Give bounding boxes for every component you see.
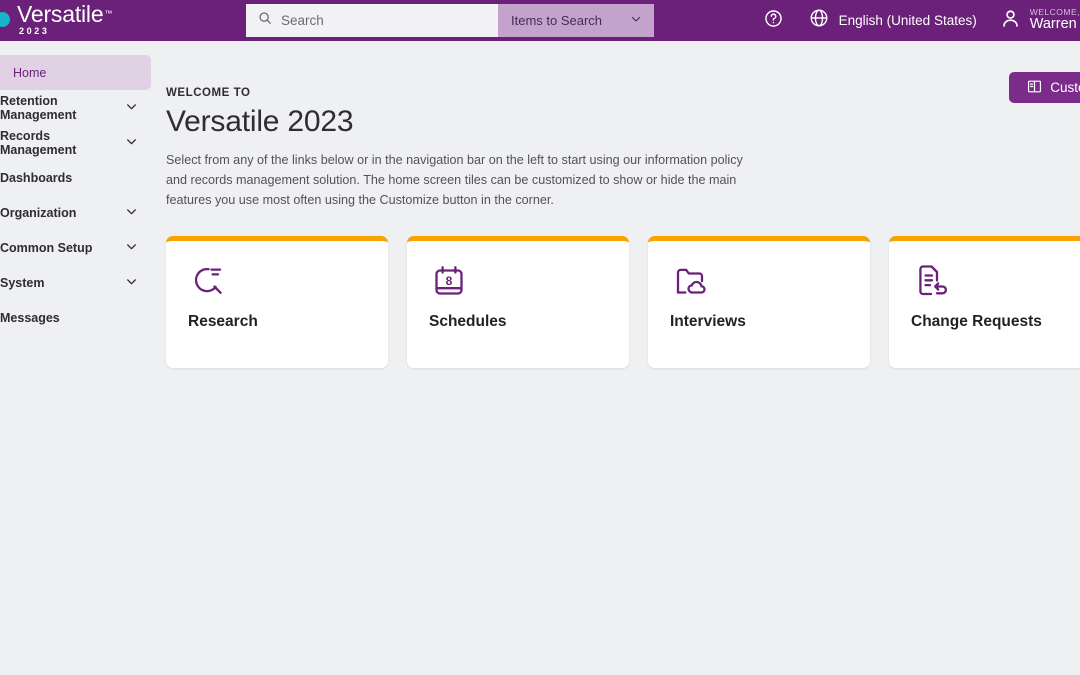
page-description: Select from any of the links below or in… bbox=[166, 153, 743, 207]
app-header: Versatile™ 2023 Search Items to Search E… bbox=[0, 0, 1080, 41]
customize-button[interactable]: Customize bbox=[1009, 72, 1080, 103]
trademark-icon: ™ bbox=[104, 8, 113, 18]
globe-icon bbox=[809, 8, 829, 33]
sidebar-item-home[interactable]: Home bbox=[0, 55, 151, 90]
sidebar-item-label: Retention Management bbox=[0, 93, 77, 122]
main-sidebar: Home Retention Management Records Manage… bbox=[0, 41, 151, 675]
sidebar-item-label: Messages bbox=[0, 310, 60, 325]
chevron-down-icon bbox=[125, 275, 138, 291]
user-menu[interactable]: WELCOME, Warren bbox=[990, 0, 1080, 41]
person-icon bbox=[1000, 8, 1021, 34]
tile-label: Schedules bbox=[429, 312, 507, 330]
search-input-container[interactable]: Search bbox=[246, 4, 498, 37]
calendar-8-icon: 8 bbox=[429, 261, 629, 301]
tile-research[interactable]: Research bbox=[166, 235, 388, 368]
help-button[interactable] bbox=[751, 0, 796, 41]
sidebar-item-label: System bbox=[0, 275, 45, 290]
sidebar-item-label: Common Setup bbox=[0, 240, 93, 255]
research-magnifier-icon bbox=[188, 261, 388, 301]
sidebar-item-label: Dashboards bbox=[0, 170, 73, 185]
tile-label: Change Requests bbox=[911, 312, 1042, 330]
header-actions: English (United States) WELCOME, Warren bbox=[751, 0, 1080, 41]
customize-layout-icon bbox=[1027, 79, 1042, 97]
logo-dot-icon bbox=[0, 12, 10, 27]
sidebar-item-label: Records Management bbox=[0, 128, 77, 157]
language-selector[interactable]: English (United States) bbox=[796, 0, 990, 41]
document-return-icon bbox=[911, 261, 1080, 301]
language-label: English (United States) bbox=[838, 13, 977, 28]
home-tiles: Research 8 Schedules Interviews Change R… bbox=[166, 235, 1080, 368]
chevron-down-icon bbox=[630, 12, 642, 30]
tile-schedules[interactable]: 8 Schedules bbox=[407, 235, 629, 368]
main-content: WELCOME TO Versatile 2023 Select from an… bbox=[151, 41, 1080, 675]
logo-wordmark: Versatile bbox=[17, 1, 104, 27]
page-body: Home Retention Management Records Manage… bbox=[0, 41, 1080, 675]
welcome-eyebrow: WELCOME TO bbox=[166, 87, 251, 99]
chevron-down-icon bbox=[125, 205, 138, 221]
app-logo[interactable]: Versatile™ 2023 bbox=[0, 0, 240, 41]
sidebar-item-common-setup[interactable]: Common Setup bbox=[0, 230, 151, 265]
svg-text:8: 8 bbox=[446, 274, 453, 288]
customize-button-label: Customize bbox=[1050, 80, 1080, 95]
sidebar-item-dashboards[interactable]: Dashboards bbox=[0, 160, 151, 195]
sidebar-item-system[interactable]: System bbox=[0, 265, 151, 300]
sidebar-item-records-management[interactable]: Records Management bbox=[0, 125, 151, 160]
tile-change-requests[interactable]: Change Requests bbox=[889, 235, 1080, 368]
search-icon bbox=[258, 11, 272, 30]
page-title: Versatile 2023 bbox=[166, 105, 354, 138]
sidebar-item-label: Organization bbox=[0, 205, 77, 220]
logo-year: 2023 bbox=[19, 26, 50, 36]
sidebar-item-organization[interactable]: Organization bbox=[0, 195, 151, 230]
search-placeholder: Search bbox=[281, 13, 324, 28]
sidebar-item-retention-management[interactable]: Retention Management bbox=[0, 90, 151, 125]
search-scope-dropdown[interactable]: Items to Search bbox=[498, 4, 654, 37]
sidebar-item-messages[interactable]: Messages bbox=[0, 300, 151, 335]
chevron-down-icon bbox=[125, 135, 138, 151]
help-circle-icon bbox=[764, 9, 783, 33]
chevron-down-icon bbox=[125, 100, 138, 116]
chevron-down-icon bbox=[125, 240, 138, 256]
user-name-label: Warren bbox=[1029, 16, 1077, 33]
tile-interviews[interactable]: Interviews bbox=[648, 235, 870, 368]
global-search: Search Items to Search bbox=[246, 4, 654, 37]
tile-label: Interviews bbox=[670, 312, 746, 330]
folder-cloud-icon bbox=[670, 261, 870, 301]
tile-label: Research bbox=[188, 312, 258, 330]
search-scope-label: Items to Search bbox=[511, 13, 603, 28]
sidebar-item-label: Home bbox=[13, 65, 47, 80]
